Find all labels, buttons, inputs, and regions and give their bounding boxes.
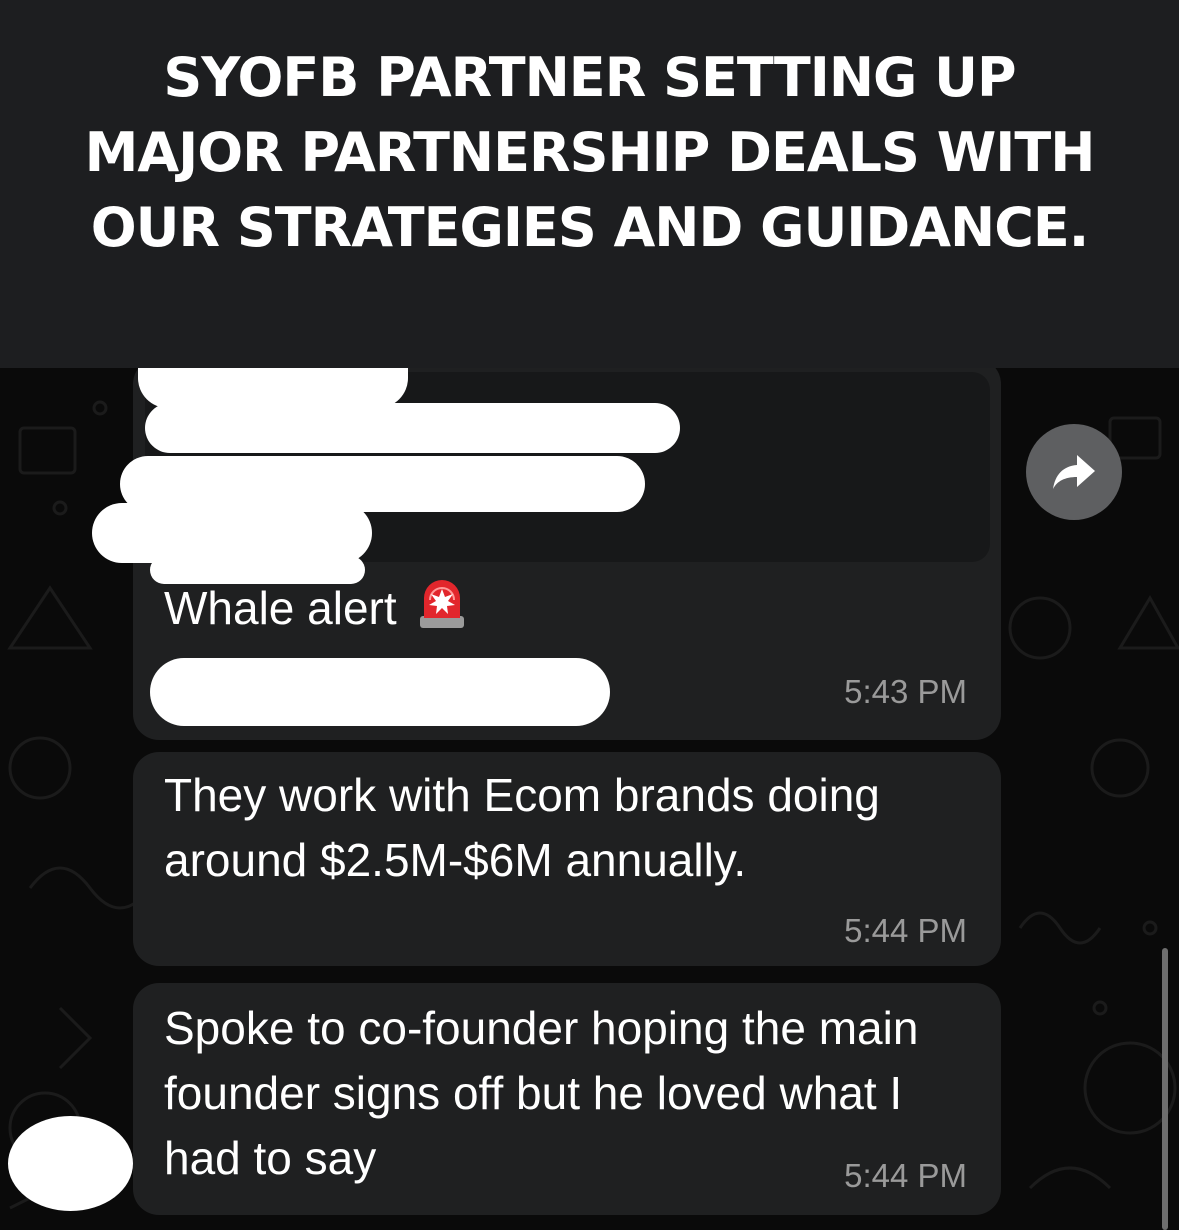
scrollbar[interactable]: [1162, 948, 1168, 1230]
redaction-mark: [150, 556, 365, 584]
message-text: They work with Ecom brands doing around …: [164, 769, 880, 886]
redaction-mark: [8, 1116, 133, 1211]
message-timestamp: 5:44 PM: [844, 912, 967, 949]
header-banner: SYOFB PARTNER SETTING UP MAJOR PARTNERSH…: [0, 0, 1179, 368]
forward-arrow-icon: [1053, 455, 1095, 489]
redaction-mark: [145, 403, 680, 453]
redaction-mark: [150, 658, 610, 726]
message-timestamp: 5:43 PM: [844, 673, 967, 710]
page-title: SYOFB PARTNER SETTING UP MAJOR PARTNERSH…: [84, 46, 1096, 259]
message-timestamp: 5:44 PM: [844, 1157, 967, 1194]
forward-button[interactable]: [1026, 424, 1122, 520]
message-bubble[interactable]: Spoke to co-founder hoping the main foun…: [133, 983, 1001, 1215]
siren-emoji-icon: [417, 578, 467, 647]
chat-area[interactable]: Whale alert 5:43 PM They work with Ecom …: [0, 368, 1179, 1230]
redaction-mark: [92, 503, 372, 563]
redaction-mark: [138, 368, 408, 408]
message-bubble[interactable]: They work with Ecom brands doing around …: [133, 752, 1001, 966]
message-text: Whale alert: [164, 576, 467, 647]
